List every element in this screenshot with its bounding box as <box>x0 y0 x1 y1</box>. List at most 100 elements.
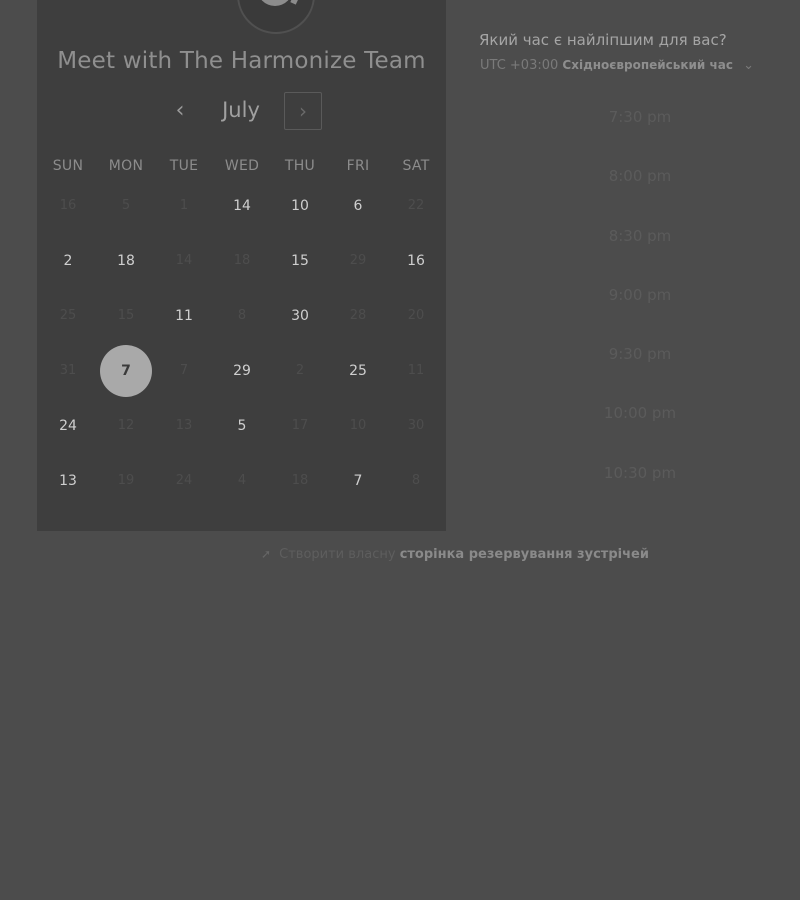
calendar-day[interactable]: 18 <box>97 233 155 288</box>
calendar-day[interactable]: 14 <box>213 178 271 233</box>
weekday-label: SUN <box>52 158 84 174</box>
calendar-day-number: 16 <box>59 198 77 213</box>
pointer-icon: ➚ <box>261 547 272 561</box>
calendar-day: 8 <box>213 288 271 343</box>
calendar-day-number: 13 <box>175 418 193 433</box>
calendar-day-number: 11 <box>407 363 425 378</box>
weekday-label: WED <box>224 158 260 174</box>
weekday-label: FRI <box>346 158 370 174</box>
calendar-day: 13 <box>155 398 213 453</box>
time-slot[interactable]: 9:00 pm <box>540 286 740 304</box>
calendar-day-number: 11 <box>175 307 193 324</box>
calendar-day-number: 29 <box>233 362 251 379</box>
calendar-day[interactable]: 5 <box>213 398 271 453</box>
calendar-day-number: 4 <box>237 473 247 488</box>
calendar-day[interactable]: 30 <box>271 288 329 343</box>
calendar-day: 16 <box>39 178 97 233</box>
chevron-right-icon[interactable]: › <box>284 92 322 130</box>
footer-link-text[interactable]: сторінка резервування зустрічей <box>400 547 649 562</box>
month-navigation: ‹ July › <box>37 92 446 132</box>
time-question: Який час є найліпшим для вас? <box>479 31 727 49</box>
calendar-day-number: 2 <box>63 252 73 269</box>
time-slot[interactable]: 8:30 pm <box>540 227 740 245</box>
calendar-day-number: 28 <box>349 308 367 323</box>
time-slot[interactable]: 10:30 pm <box>540 464 740 482</box>
calendar-day: 19 <box>97 453 155 508</box>
weekday-header: SUN MON TUE WED THU FRI SAT <box>39 158 447 178</box>
calendar-day-number: 24 <box>59 417 77 434</box>
calendar-day: 8 <box>387 453 445 508</box>
calendar-day-number: 6 <box>353 197 363 214</box>
calendar-day-number: 8 <box>237 308 247 323</box>
calendar-day-number: 1 <box>179 198 189 213</box>
avatar <box>237 0 315 34</box>
calendar-day-number: 7 <box>121 362 131 379</box>
weekday-label: TUE <box>169 158 199 174</box>
calendar-day: 17 <box>271 398 329 453</box>
calendar-day[interactable]: 2 <box>39 233 97 288</box>
calendar-day-number: 7 <box>353 472 363 489</box>
timezone-selector[interactable]: UTC +03:00 Східноєвропейський час ⌄ <box>480 58 754 73</box>
calendar-day-number: 7 <box>179 363 189 378</box>
calendar-day-number: 12 <box>117 418 135 433</box>
calendar-day: 22 <box>387 178 445 233</box>
calendar-day-number: 18 <box>291 473 309 488</box>
chevron-down-icon: ⌄ <box>743 58 755 73</box>
calendar-day[interactable]: 15 <box>271 233 329 288</box>
calendar-day-selected[interactable]: 7 <box>97 343 155 398</box>
calendar-day[interactable]: 11 <box>155 288 213 343</box>
calendar-day: 20 <box>387 288 445 343</box>
calendar-day-number: 18 <box>233 253 251 268</box>
calendar-day[interactable]: 16 <box>387 233 445 288</box>
create-booking-page-link[interactable]: ➚ Створити власну сторінка резервування … <box>261 547 649 562</box>
calendar-day-number: 25 <box>349 362 367 379</box>
calendar-day-number: 14 <box>233 197 251 214</box>
calendar-day: 31 <box>39 343 97 398</box>
timezone-name: Східноєвропейський час <box>562 58 733 72</box>
weekday-label: MON <box>108 158 144 174</box>
calendar-day: 4 <box>213 453 271 508</box>
calendar-day-number: 10 <box>349 418 367 433</box>
calendar-day[interactable]: 6 <box>329 178 387 233</box>
calendar-day[interactable]: 24 <box>39 398 97 453</box>
calendar-day-number: 18 <box>117 252 135 269</box>
calendar-day-number: 24 <box>175 473 193 488</box>
calendar-day: 2 <box>271 343 329 398</box>
calendar-day: 18 <box>271 453 329 508</box>
calendar-day-number: 15 <box>117 308 135 323</box>
month-label: July <box>222 98 260 122</box>
calendar-day-number: 20 <box>407 308 425 323</box>
time-slot[interactable]: 8:00 pm <box>540 167 740 185</box>
calendar-day: 1 <box>155 178 213 233</box>
calendar-day[interactable]: 13 <box>39 453 97 508</box>
calendar-day[interactable]: 7 <box>329 453 387 508</box>
calendar-day-number: 8 <box>411 473 421 488</box>
calendar-day-number: 10 <box>291 197 309 214</box>
time-slot[interactable]: 7:30 pm <box>540 108 740 126</box>
calendar-day-number: 15 <box>291 252 309 269</box>
calendar-day-number: 31 <box>59 363 77 378</box>
time-slot[interactable]: 9:30 pm <box>540 345 740 363</box>
calendar-day-number: 30 <box>407 418 425 433</box>
calendar-day-number: 5 <box>121 198 131 213</box>
footer-lead-text: Створити власну <box>279 547 396 562</box>
calendar-day-number: 16 <box>407 252 425 269</box>
calendar-day: 28 <box>329 288 387 343</box>
calendar-day[interactable]: 25 <box>329 343 387 398</box>
calendar-day-number: 29 <box>349 253 367 268</box>
calendar-day-number: 25 <box>59 308 77 323</box>
calendar-day-number: 5 <box>237 417 247 434</box>
calendar-day: 24 <box>155 453 213 508</box>
calendar-day: 11 <box>387 343 445 398</box>
calendar-day[interactable]: 10 <box>271 178 329 233</box>
calendar-day: 30 <box>387 398 445 453</box>
calendar-day: 10 <box>329 398 387 453</box>
calendar-day[interactable]: 29 <box>213 343 271 398</box>
chevron-left-icon[interactable]: ‹ <box>165 96 195 126</box>
logo-icon <box>257 0 293 6</box>
weekday-label: THU <box>284 158 316 174</box>
calendar-day-number: 22 <box>407 198 425 213</box>
time-slot[interactable]: 10:00 pm <box>540 404 740 422</box>
calendar-day: 5 <box>97 178 155 233</box>
calendar-day-number: 13 <box>59 472 77 489</box>
